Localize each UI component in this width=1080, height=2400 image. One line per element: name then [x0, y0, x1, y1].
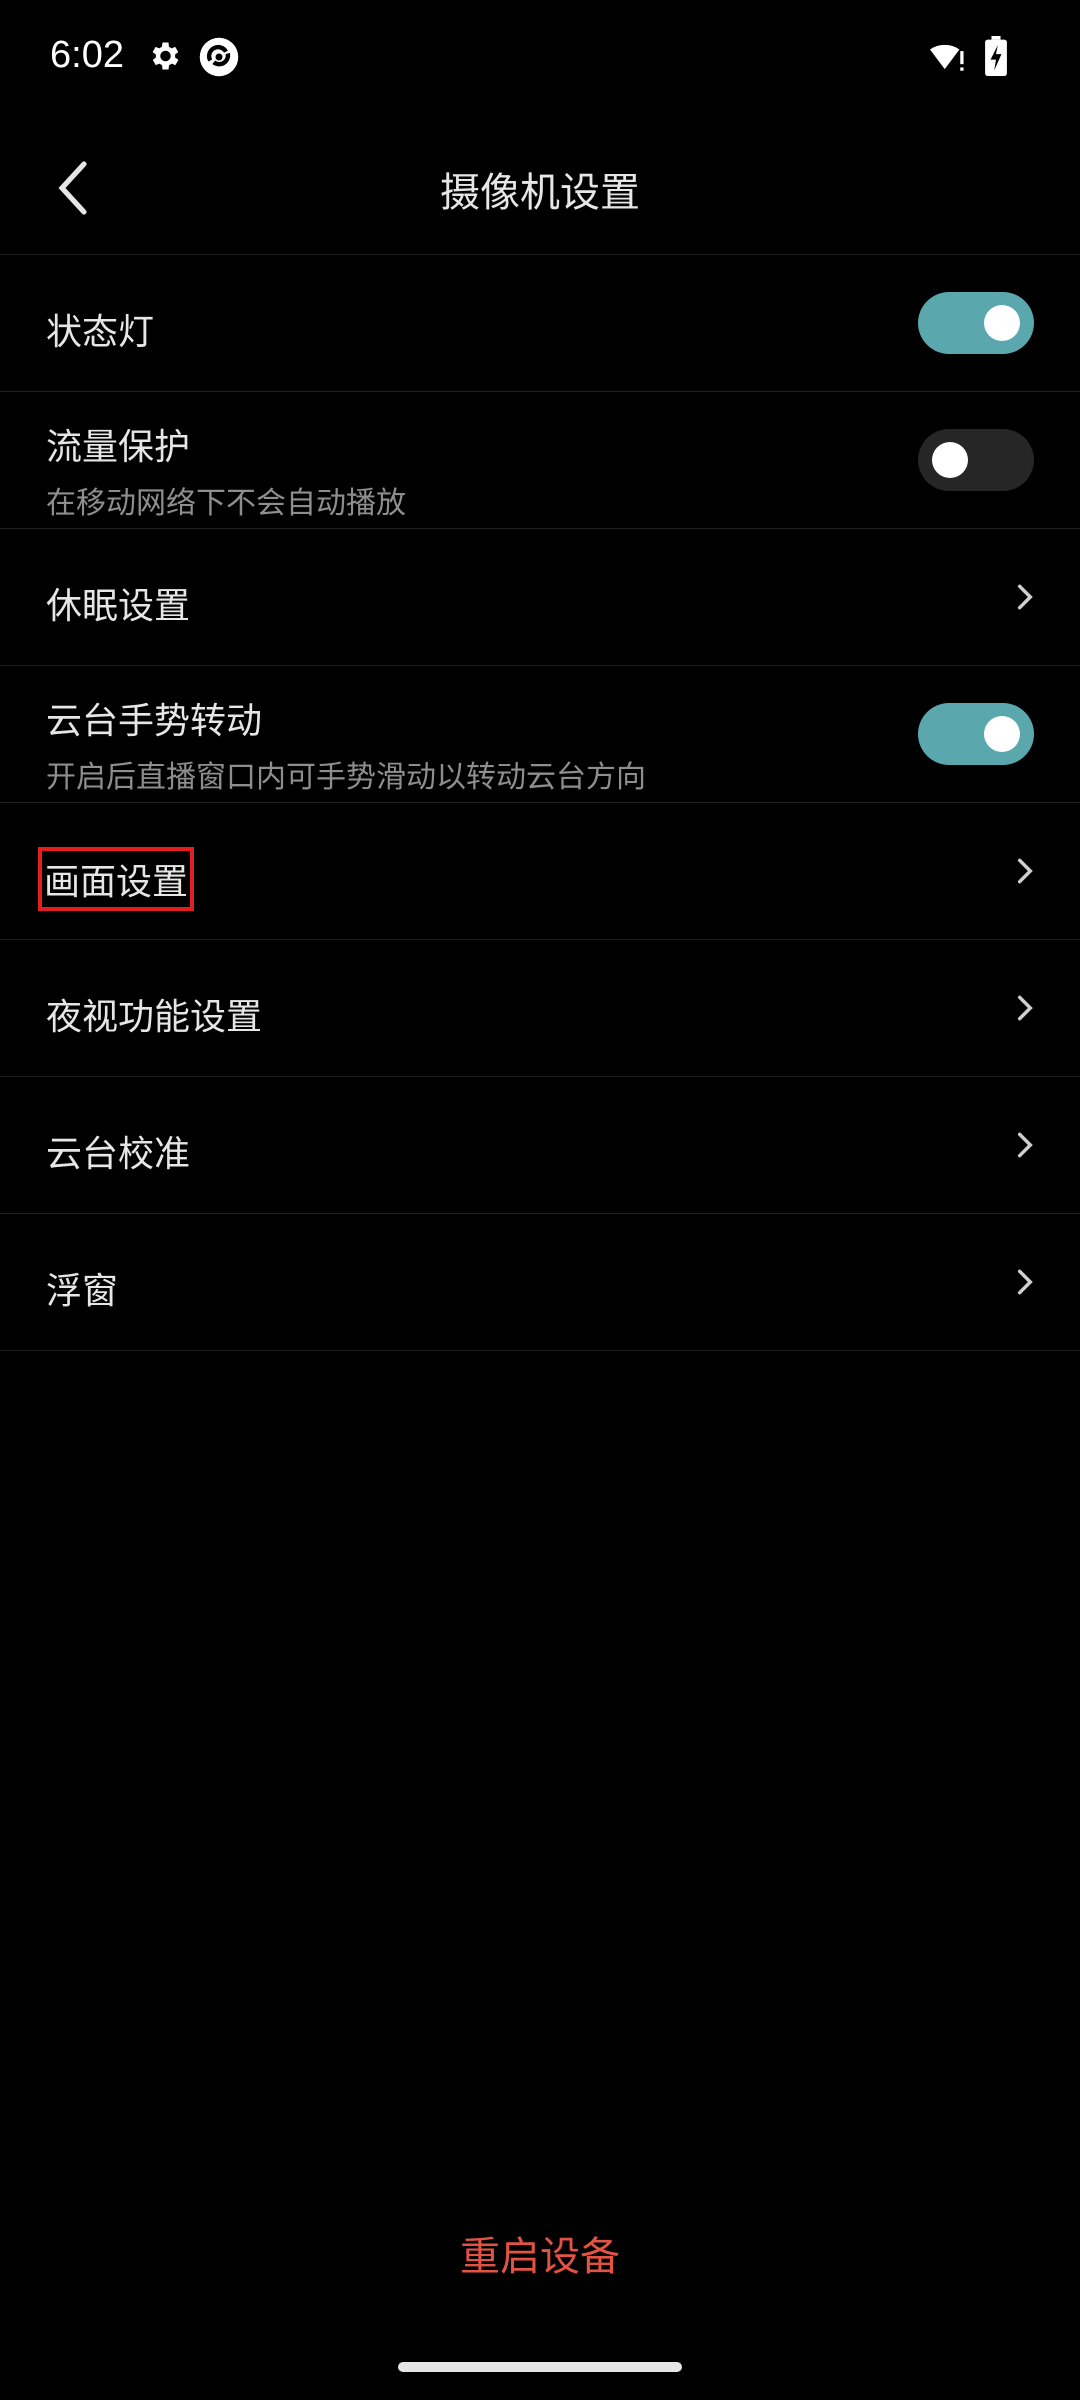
toggle-knob	[984, 716, 1020, 752]
toggle-knob	[984, 305, 1020, 341]
setting-data-saver[interactable]: 流量保护 在移动网络下不会自动播放	[0, 392, 1080, 529]
setting-floating-window[interactable]: 浮窗	[0, 1214, 1080, 1351]
battery-charging-icon	[984, 36, 1008, 80]
data-saver-toggle[interactable]	[918, 429, 1034, 491]
status-bar: 6:02	[0, 0, 1080, 120]
setting-description: 在移动网络下不会自动播放	[46, 486, 406, 521]
restart-device-button[interactable]: 重启设备	[0, 2224, 1080, 2282]
page-title: 摄像机设置	[440, 170, 640, 216]
setting-label: 云台校准	[46, 1134, 191, 1175]
setting-label: 浮窗	[46, 1271, 119, 1312]
status-time: 6:02	[50, 34, 124, 76]
setting-description: 开启后直播窗口内可手势滑动以转动云台方向	[46, 760, 646, 795]
setting-image[interactable]: 画面设置	[0, 803, 1080, 940]
settings-list: 状态灯 流量保护 在移动网络下不会自动播放 休眠设置 云台手势转动 开启后直播窗…	[0, 255, 1080, 1351]
setting-label: 夜视功能设置	[46, 997, 263, 1038]
setting-sleep[interactable]: 休眠设置	[0, 529, 1080, 666]
status-light-toggle[interactable]	[918, 292, 1034, 354]
setting-label: 云台手势转动	[46, 701, 263, 742]
chevron-right-icon	[1017, 1132, 1033, 1158]
setting-ptz-calibration[interactable]: 云台校准	[0, 1077, 1080, 1214]
chevron-right-icon	[1017, 584, 1033, 610]
app-bar: 摄像机设置	[0, 120, 1080, 255]
setting-ptz-gesture[interactable]: 云台手势转动 开启后直播窗口内可手势滑动以转动云台方向	[0, 666, 1080, 803]
ptz-gesture-toggle[interactable]	[918, 703, 1034, 765]
setting-label: 画面设置	[37, 847, 195, 911]
setting-label: 流量保护	[46, 427, 191, 468]
chevron-right-icon	[1017, 1269, 1033, 1295]
gesture-home-bar[interactable]	[398, 2362, 682, 2372]
gear-icon	[146, 38, 182, 78]
toggle-knob	[932, 442, 968, 478]
setting-label: 休眠设置	[46, 586, 191, 627]
app-logo-icon	[198, 36, 240, 82]
chevron-right-icon	[1017, 858, 1033, 884]
setting-status-light[interactable]: 状态灯	[0, 255, 1080, 392]
setting-label: 状态灯	[46, 312, 155, 353]
setting-night-vision[interactable]: 夜视功能设置	[0, 940, 1080, 1077]
chevron-right-icon	[1017, 995, 1033, 1021]
wifi-alert-icon	[928, 38, 968, 78]
